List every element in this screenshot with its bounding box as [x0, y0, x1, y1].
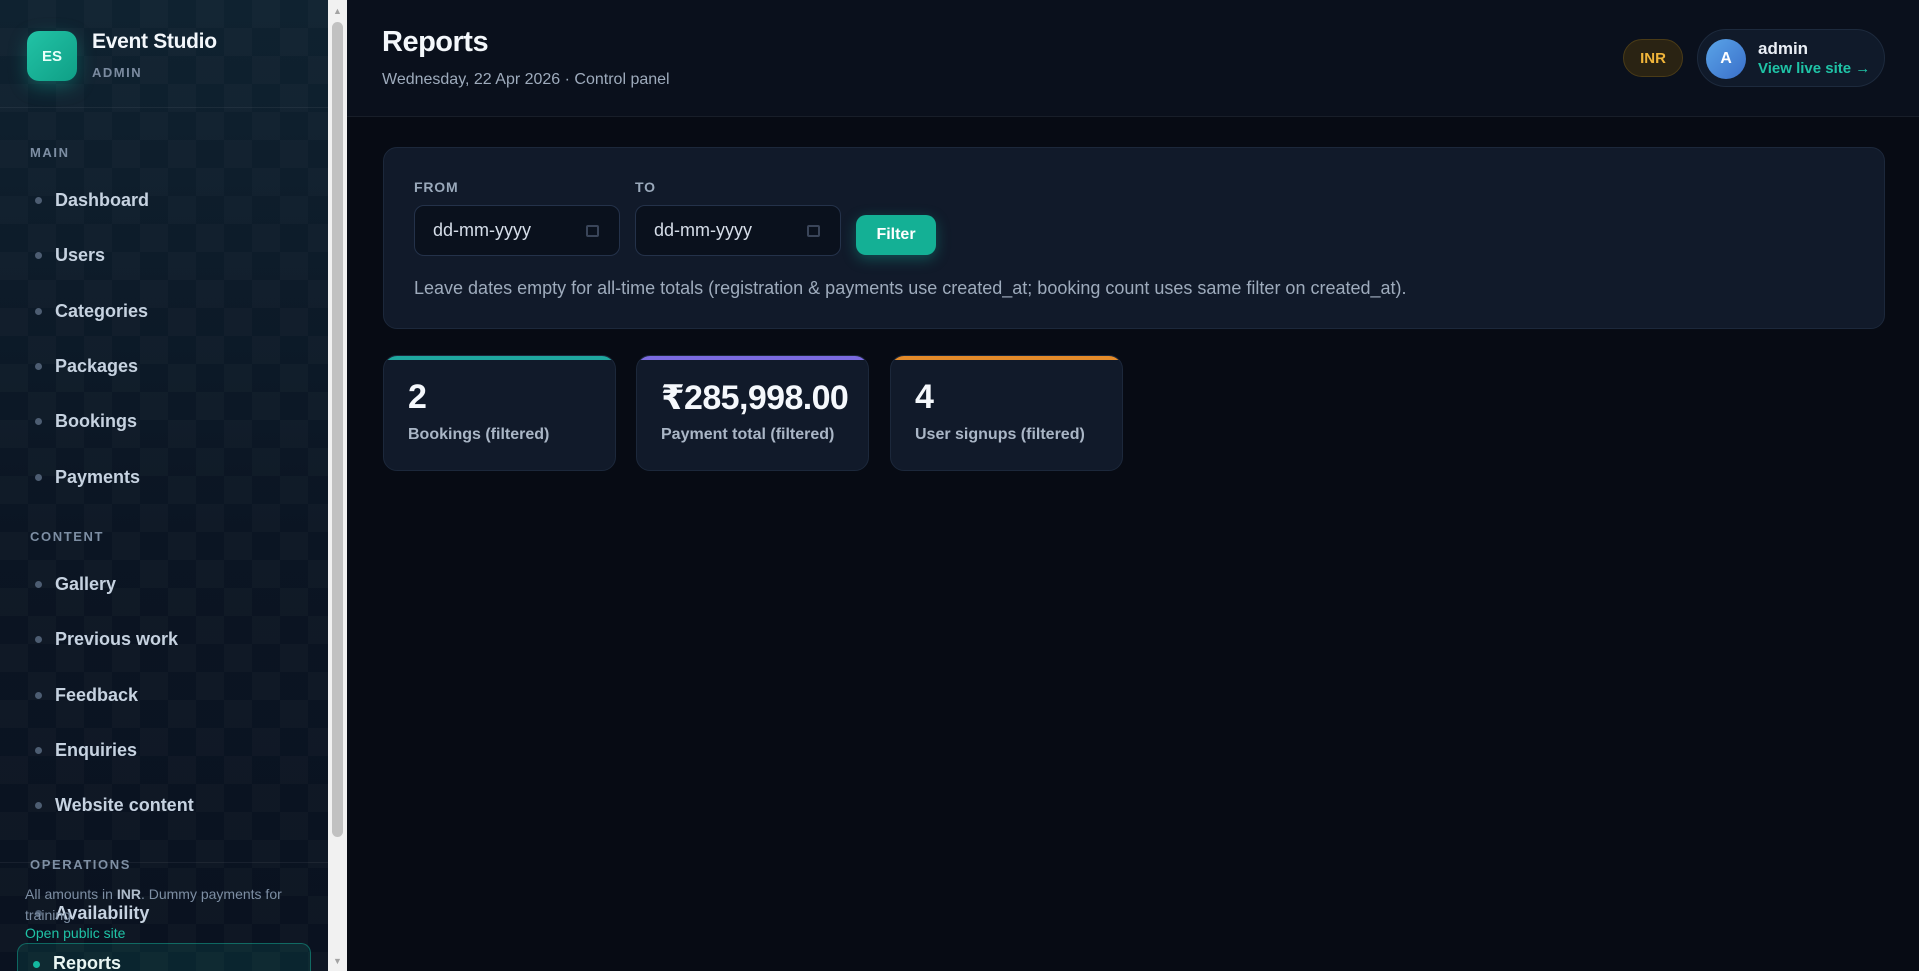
dot-icon	[35, 308, 42, 315]
dot-icon	[35, 197, 42, 204]
filter-button[interactable]: Filter	[856, 215, 936, 255]
brand[interactable]: ES Event Studio ADMIN	[0, 0, 328, 108]
stat-label: Bookings (filtered)	[408, 426, 550, 443]
app-root: ES Event Studio ADMIN MAIN Dashboard Use…	[0, 0, 1919, 971]
filter-card: FROM dd-mm-yyyy TO dd-mm-yyyy Filter Lea…	[383, 147, 1885, 329]
stat-value: 2	[408, 378, 427, 416]
sidebar-scrollbar[interactable]: ▲ ▼	[328, 0, 347, 971]
calendar-icon[interactable]	[807, 225, 820, 237]
stat-accent	[891, 356, 1122, 360]
brand-logo: ES	[27, 31, 77, 81]
from-date-value: dd-mm-yyyy	[433, 220, 531, 240]
nav-section-operations: OPERATIONS	[30, 857, 131, 872]
sidebar-item-payments[interactable]: Payments	[20, 457, 310, 497]
brand-name: Event Studio	[92, 30, 217, 53]
main-content: Reports Wednesday, 22 Apr 2026 · Control…	[347, 0, 1919, 971]
sidebar-item-label: Website content	[55, 794, 194, 815]
sidebar-divider	[0, 862, 328, 863]
page-title: Reports	[382, 26, 489, 58]
brand-subtitle: ADMIN	[92, 65, 143, 80]
sidebar-item-enquiries[interactable]: Enquiries	[20, 730, 310, 770]
currency-badge: INR	[1623, 39, 1683, 77]
sidebar-item-gallery[interactable]: Gallery	[20, 564, 310, 604]
footer-currency: INR	[116, 886, 141, 902]
stat-value: 4	[915, 378, 934, 416]
to-label: TO	[635, 179, 656, 195]
sidebar-item-previous-work[interactable]: Previous work	[20, 619, 310, 659]
dot-icon	[35, 581, 42, 588]
sidebar-item-label: Enquiries	[55, 739, 138, 760]
dot-icon	[35, 252, 42, 259]
calendar-icon[interactable]	[586, 225, 599, 237]
dot-icon	[35, 747, 42, 754]
scroll-up-icon[interactable]: ▲	[328, 2, 347, 19]
scroll-down-icon[interactable]: ▼	[328, 952, 347, 969]
sidebar-item-label: Gallery	[55, 573, 117, 594]
sidebar-item-bookings[interactable]: Bookings	[20, 401, 310, 441]
sidebar-item-packages[interactable]: Packages	[20, 346, 310, 386]
stat-accent	[384, 356, 615, 360]
filter-hint: Leave dates empty for all-time totals (r…	[414, 278, 1407, 298]
sidebar-footer-note: All amounts in INR. Dummy payments for t…	[25, 884, 315, 926]
footer-text: All amounts in	[25, 886, 117, 902]
sidebar-item-label: Packages	[55, 355, 139, 376]
sidebar-item-categories[interactable]: Categories	[20, 291, 310, 331]
stat-value: ₹285,998.00	[661, 379, 849, 417]
topbar: Reports Wednesday, 22 Apr 2026 · Control…	[347, 0, 1919, 117]
sidebar: ES Event Studio ADMIN MAIN Dashboard Use…	[0, 0, 328, 971]
dot-icon	[35, 418, 42, 425]
sidebar-item-users[interactable]: Users	[20, 235, 310, 275]
open-public-site-link[interactable]: Open public site	[25, 925, 125, 941]
from-label: FROM	[414, 179, 459, 195]
sidebar-item-dashboard[interactable]: Dashboard	[20, 180, 310, 220]
stat-accent	[637, 356, 868, 360]
dot-icon	[35, 692, 42, 699]
stat-card-payment-total: ₹285,998.00 Payment total (filtered)	[636, 355, 869, 471]
sidebar-item-label: Bookings	[55, 410, 138, 431]
sidebar-item-label: Dashboard	[55, 189, 150, 210]
sidebar-item-feedback[interactable]: Feedback	[20, 675, 310, 715]
dot-icon	[35, 474, 42, 481]
sidebar-item-label: Categories	[55, 300, 149, 321]
dot-icon	[33, 961, 40, 968]
sidebar-item-reports[interactable]: Reports	[17, 943, 311, 971]
to-date-input[interactable]: dd-mm-yyyy	[635, 205, 841, 256]
page-subtitle: Wednesday, 22 Apr 2026 · Control panel	[382, 71, 670, 88]
stat-label: User signups (filtered)	[915, 426, 1085, 443]
nav-section-main: MAIN	[30, 145, 70, 160]
stat-card-user-signups: 4 User signups (filtered)	[890, 355, 1123, 471]
sidebar-item-website-content[interactable]: Website content	[20, 785, 310, 825]
to-date-value: dd-mm-yyyy	[654, 220, 752, 240]
stat-card-bookings: 2 Bookings (filtered)	[383, 355, 616, 471]
dot-icon	[35, 636, 42, 643]
sidebar-item-label: Users	[55, 244, 106, 265]
nav-section-content: CONTENT	[30, 529, 105, 544]
scroll-thumb[interactable]	[332, 22, 343, 837]
stat-label: Payment total (filtered)	[661, 426, 835, 443]
sidebar-item-label: Reports	[53, 952, 122, 971]
sidebar-item-label: Payments	[55, 466, 141, 487]
avatar: A	[1706, 39, 1746, 79]
sidebar-item-label: Previous work	[55, 628, 179, 649]
sidebar-item-label: Feedback	[55, 684, 139, 705]
user-menu[interactable]: A admin View live site →	[1697, 29, 1885, 87]
view-live-site-link[interactable]: View live site →	[1758, 60, 1870, 77]
from-date-input[interactable]: dd-mm-yyyy	[414, 205, 620, 256]
dot-icon	[35, 363, 42, 370]
user-name: admin	[1758, 39, 1809, 58]
dot-icon	[35, 802, 42, 809]
